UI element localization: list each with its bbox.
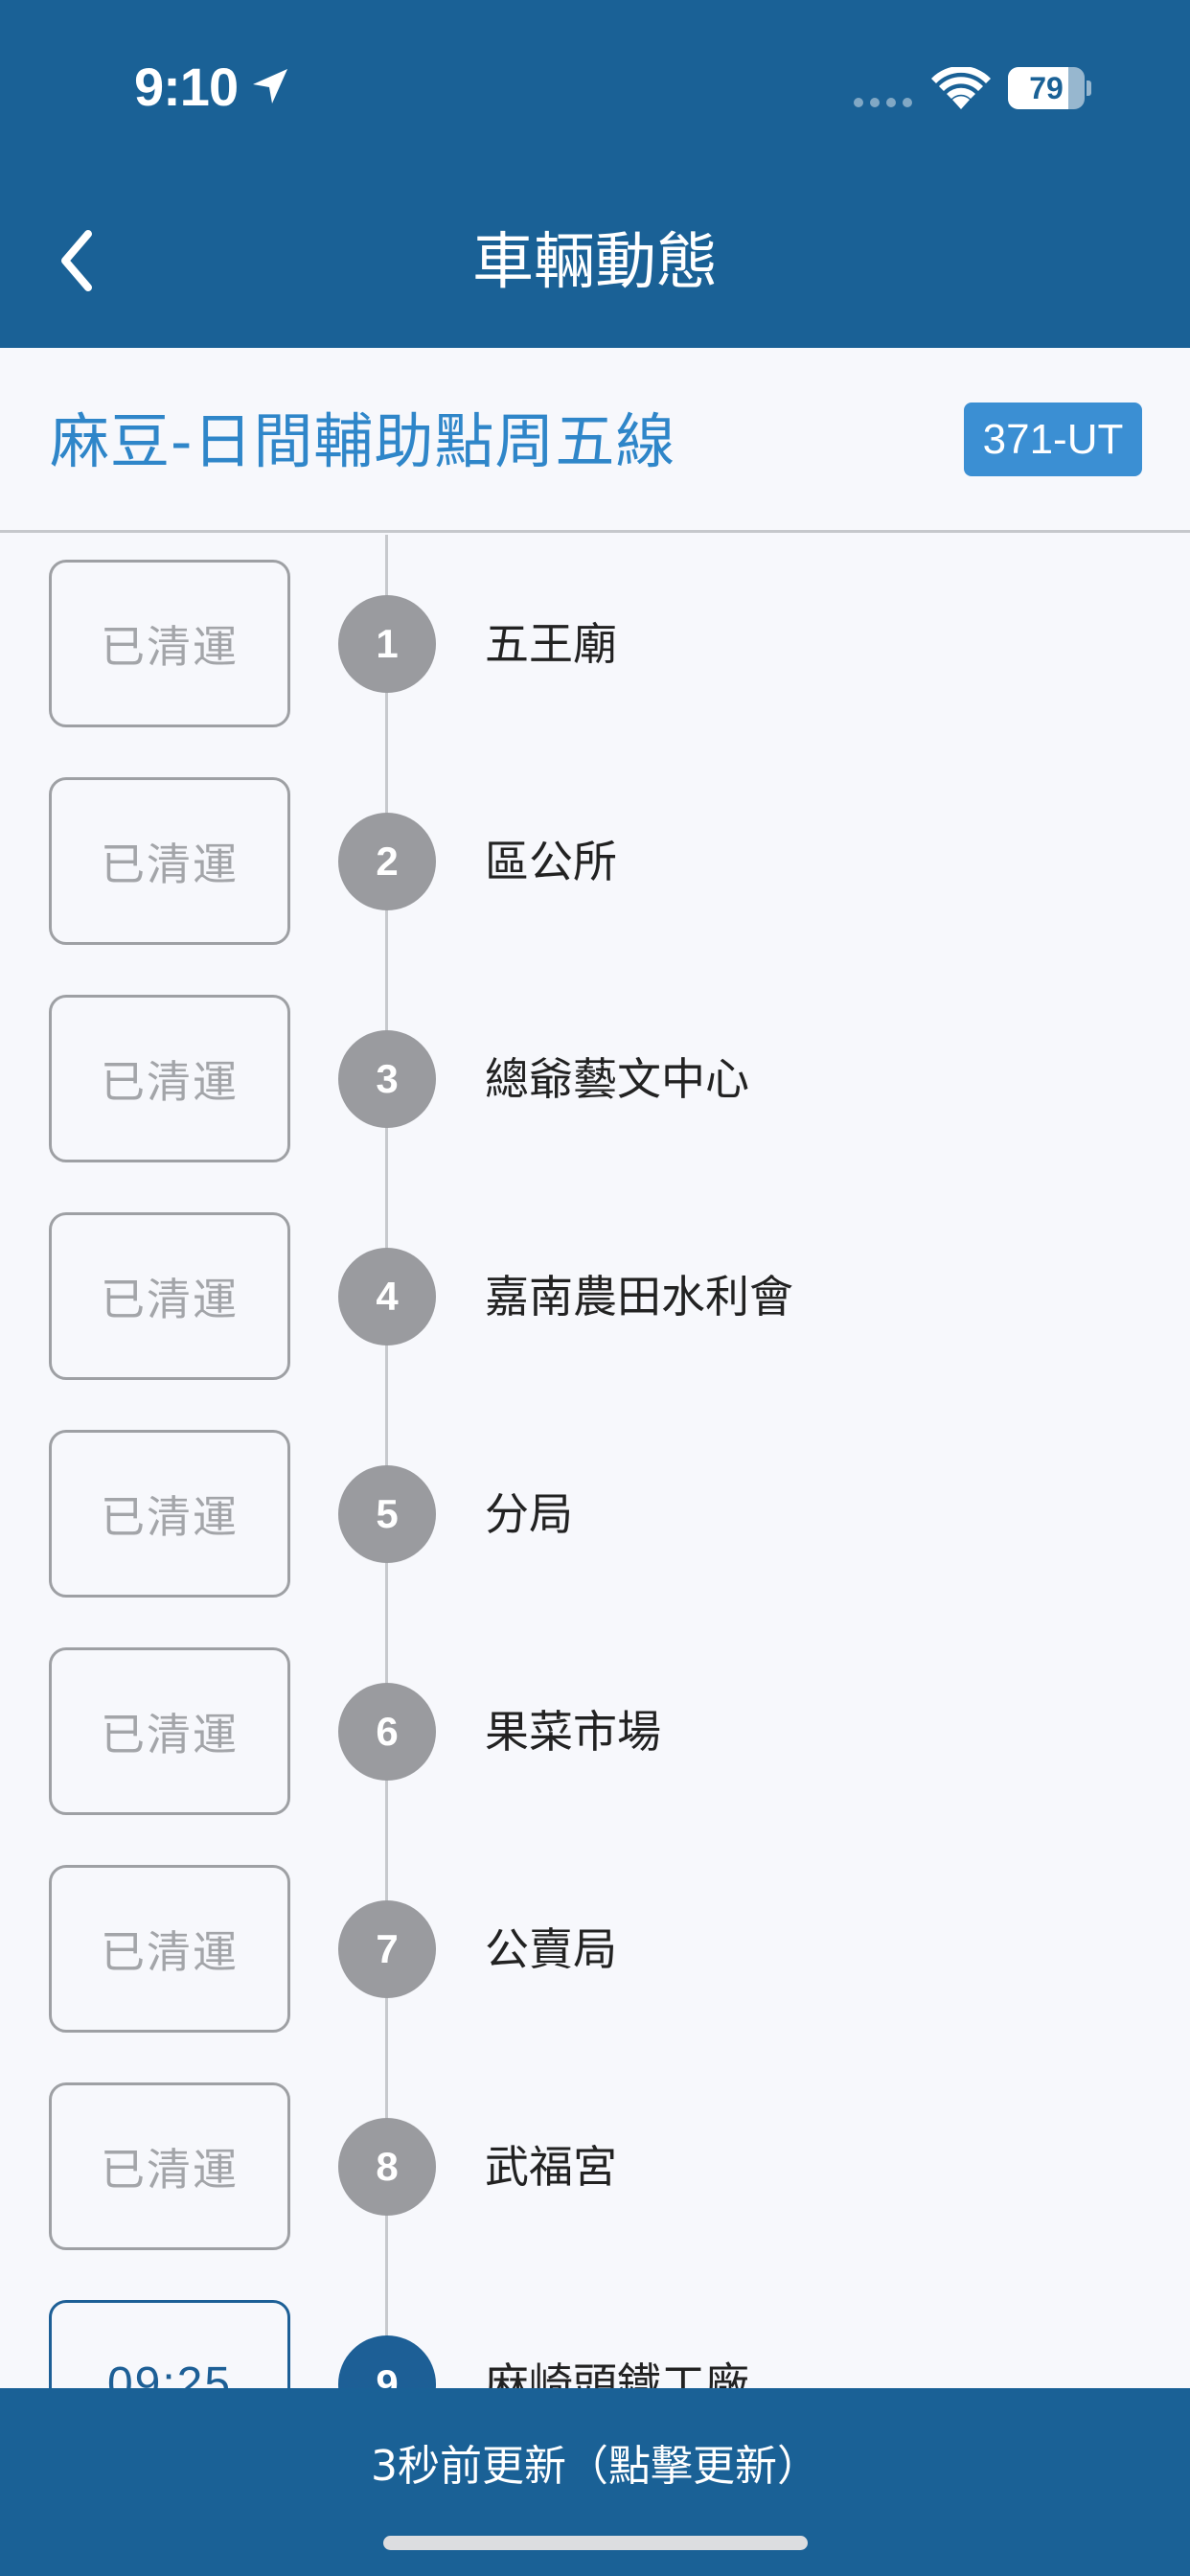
stop-number-badge: 3 (338, 1030, 436, 1128)
refresh-button[interactable]: 3秒前更新（點擊更新） (0, 2436, 1190, 2497)
route-name: 麻豆-日間輔助點周五線 (50, 406, 676, 476)
stop-row[interactable]: 已清運 2 區公所 (0, 752, 1190, 970)
stop-row[interactable]: 已清運 3 總爺藝文中心 (0, 970, 1190, 1187)
status-time: 9:10 (134, 57, 239, 117)
stop-status-box: 已清運 (49, 995, 290, 1162)
cellular-signal-icon (854, 98, 912, 107)
stop-number-badge: 8 (338, 2118, 436, 2216)
stop-number-badge: 6 (338, 1683, 436, 1781)
stop-name: 總爺藝文中心 (485, 1053, 749, 1105)
stop-eta-box: 09:25 (49, 2300, 290, 2388)
route-header: 麻豆-日間輔助點周五線 371-UT (0, 348, 1190, 533)
battery-level: 79 (1029, 71, 1064, 105)
stop-name: 區公所 (485, 836, 617, 887)
stop-row[interactable]: 已清運 5 分局 (0, 1405, 1190, 1622)
stop-status-box: 已清運 (49, 560, 290, 727)
stop-number-badge: 2 (338, 813, 436, 910)
stop-number-badge: 4 (338, 1248, 436, 1346)
stop-status-box: 已清運 (49, 1647, 290, 1815)
stop-name: 嘉南農田水利會 (485, 1271, 793, 1322)
stop-name: 麻崎頭鐵工廠 (485, 2358, 749, 2388)
stops-list[interactable]: 已清運 1 五王廟 已清運 2 區公所 已清運 3 總爺藝文中心 已清運 4 嘉南農田水利會 已清運 5 分… (0, 535, 1190, 2388)
stop-status-box: 已清運 (49, 1430, 290, 1598)
stop-row[interactable]: 已清運 7 公賣局 (0, 1840, 1190, 2058)
stop-name: 五王廟 (485, 618, 617, 670)
vehicle-plate-badge: 371-UT (964, 402, 1142, 476)
page-title: 車輛動態 (472, 227, 718, 298)
stop-status-box: 已清運 (49, 2082, 290, 2250)
stop-row[interactable]: 已清運 6 果菜市場 (0, 1622, 1190, 1840)
stop-number-badge: 1 (338, 595, 436, 693)
battery-icon: 79 (1008, 67, 1091, 109)
stop-number-badge: 5 (338, 1465, 436, 1563)
stop-number-badge: 9 (338, 2335, 436, 2388)
stop-number-badge: 7 (338, 1900, 436, 1998)
stop-row[interactable]: 09:25 9 麻崎頭鐵工廠 (0, 2275, 1190, 2388)
stop-name: 公賣局 (485, 1923, 617, 1975)
stop-row[interactable]: 已清運 8 武福宮 (0, 2058, 1190, 2275)
stop-name: 果菜市場 (485, 1706, 661, 1758)
stop-status-box: 已清運 (49, 1865, 290, 2033)
stop-row[interactable]: 已清運 1 五王廟 (0, 535, 1190, 752)
stop-name: 分局 (485, 1488, 573, 1540)
home-indicator (383, 2536, 808, 2550)
stop-status-box: 已清運 (49, 1212, 290, 1380)
stop-row[interactable]: 已清運 4 嘉南農田水利會 (0, 1187, 1190, 1405)
wifi-icon (931, 67, 991, 109)
stop-status-box: 已清運 (49, 777, 290, 945)
stop-name: 武福宮 (485, 2141, 617, 2193)
location-arrow-icon (253, 69, 287, 104)
navigation-header: 9:10 79 車輛動態 (0, 0, 1190, 348)
